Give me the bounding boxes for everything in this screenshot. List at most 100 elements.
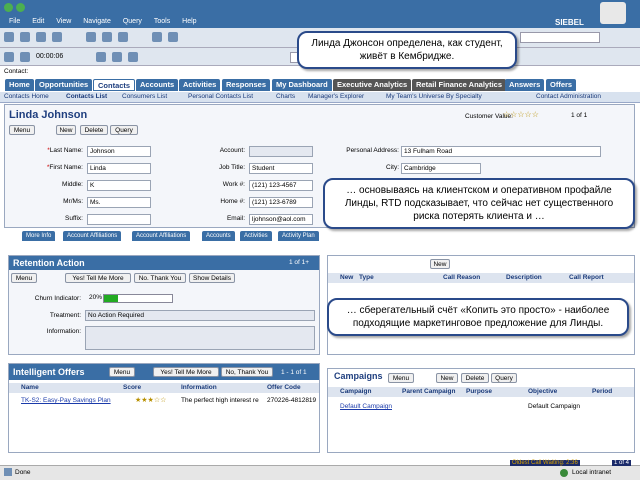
menu-view[interactable]: View xyxy=(51,17,76,27)
offers-col-information[interactable]: Information xyxy=(181,384,217,391)
tab-responses[interactable]: Responses xyxy=(222,79,271,91)
campaign-name-link[interactable]: Default Campaign xyxy=(340,403,392,410)
offers-col-name[interactable]: Name xyxy=(21,384,39,391)
tab-offers[interactable]: Offers xyxy=(546,79,577,91)
account-label: Account: xyxy=(219,147,245,154)
offers-count: 1 - 1 of 1 xyxy=(281,369,307,376)
campaigns-query-button[interactable]: Query xyxy=(491,373,517,383)
toolbar-dropdown[interactable] xyxy=(520,32,600,43)
print-icon[interactable] xyxy=(51,32,62,42)
search-icon[interactable] xyxy=(151,32,162,42)
offers-col-offer-code[interactable]: Offer Code xyxy=(267,384,301,391)
tab-contacts[interactable]: Contacts xyxy=(93,79,136,91)
contact-delete-button[interactable]: Delete xyxy=(80,125,108,135)
menu-navigate[interactable]: Navigate xyxy=(78,17,116,27)
contact-menu-button[interactable]: Menu xyxy=(9,125,35,135)
col-new[interactable]: New xyxy=(340,274,353,281)
subnav-charts[interactable]: Charts xyxy=(276,93,295,100)
tab-activities[interactable]: Activities xyxy=(179,79,221,91)
job-title-field[interactable]: Student xyxy=(249,163,313,174)
menu-edit[interactable]: Edit xyxy=(27,17,49,27)
subnav-team-universe[interactable]: My Team's Universe By Specialty xyxy=(386,93,482,100)
phone-icon[interactable] xyxy=(85,32,96,42)
view-tab-more-info[interactable]: More Info xyxy=(22,231,56,241)
campaigns-menu-button[interactable]: Menu xyxy=(388,373,414,383)
phone-answer-icon[interactable] xyxy=(4,52,14,62)
help-icon[interactable] xyxy=(167,32,178,42)
email-field[interactable]: ljohnson@aol.com xyxy=(249,214,313,225)
campaigns-col-period[interactable]: Period xyxy=(592,388,612,395)
menu-file[interactable]: File xyxy=(4,17,25,27)
account-field[interactable] xyxy=(249,146,313,157)
subnav-consumers-list[interactable]: Consumers List xyxy=(122,93,167,100)
campaigns-new-button[interactable]: New xyxy=(436,373,458,383)
address-field[interactable]: 13 Fulham Road xyxy=(401,146,601,157)
call-list-new-button[interactable]: New xyxy=(430,259,450,269)
campaigns-applet: Campaigns Menu New Delete Query Campaign… xyxy=(327,368,635,453)
subnav-contact-admin[interactable]: Contact Administration xyxy=(536,93,601,100)
first-name-field[interactable]: Linda xyxy=(87,163,151,174)
col-call-report[interactable]: Call Report xyxy=(569,274,604,281)
churn-bar-fill xyxy=(104,295,118,302)
offers-col-score[interactable]: Score xyxy=(123,384,141,391)
campaigns-col-purpose[interactable]: Purpose xyxy=(466,388,492,395)
home-phone-field[interactable]: (121) 123-6789 xyxy=(249,197,313,208)
campaigns-delete-button[interactable]: Delete xyxy=(461,373,489,383)
subnav-managers-explorer[interactable]: Manager's Explorer xyxy=(308,93,364,100)
tab-my-dashboard[interactable]: My Dashboard xyxy=(272,79,332,91)
view-tab-accounts[interactable]: Accounts xyxy=(202,231,235,241)
offers-menu-button[interactable]: Menu xyxy=(109,367,135,377)
view-tab-account-affiliations-2[interactable]: Account Affiliations xyxy=(132,231,191,241)
work-phone-field[interactable]: (121) 123-4567 xyxy=(249,180,313,191)
offers-no-button[interactable]: No, Thank You xyxy=(221,367,273,377)
mrms-select[interactable]: Ms. xyxy=(87,197,151,208)
col-type[interactable]: Type xyxy=(359,274,374,281)
col-description[interactable]: Description xyxy=(506,274,542,281)
subnav-contacts-home[interactable]: Contacts Home xyxy=(4,93,49,100)
transfer-icon[interactable] xyxy=(95,52,106,62)
contact-new-button[interactable]: New xyxy=(56,125,76,135)
city-field[interactable]: Cambridge xyxy=(401,163,481,174)
page-count: 1 of 4 xyxy=(612,460,632,466)
view-tab-account-affiliations[interactable]: Account Affiliations xyxy=(63,231,122,241)
tab-accounts[interactable]: Accounts xyxy=(136,79,179,91)
tab-home[interactable]: Home xyxy=(5,79,34,91)
save-icon[interactable] xyxy=(4,32,14,42)
paste-icon[interactable] xyxy=(35,32,46,42)
conference-icon[interactable] xyxy=(111,52,122,62)
offers-yes-button[interactable]: Yes! Tell Me More xyxy=(153,367,219,377)
menu-help[interactable]: Help xyxy=(177,17,201,27)
retention-yes-button[interactable]: Yes! Tell Me More xyxy=(65,273,131,283)
offer-name-link[interactable]: TK-S2: Easy-Pay Savings Plan xyxy=(21,397,119,404)
tab-opportunities[interactable]: Opportunities xyxy=(35,79,93,91)
campaigns-col-parent[interactable]: Parent Campaign xyxy=(402,388,455,395)
retention-no-button[interactable]: No. Thank You xyxy=(134,273,186,283)
menu-tools[interactable]: Tools xyxy=(149,17,175,27)
last-name-field[interactable]: Johnson xyxy=(87,146,151,157)
menu-bar: File Edit View Navigate Query Tools Help xyxy=(4,17,202,27)
retention-details-button[interactable]: Show Details xyxy=(189,273,235,283)
middle-field[interactable]: K xyxy=(87,180,151,191)
suffix-select[interactable] xyxy=(87,214,151,225)
calendar-icon[interactable] xyxy=(117,32,128,42)
view-tab-activities[interactable]: Activities xyxy=(240,231,272,241)
menu-query[interactable]: Query xyxy=(118,17,147,27)
tab-executive-analytics[interactable]: Executive Analytics xyxy=(333,79,412,91)
copy-icon[interactable] xyxy=(19,32,30,42)
home-phone-label: Home #: xyxy=(220,198,245,205)
campaigns-col-objective[interactable]: Objective xyxy=(528,388,557,395)
contact-query-button[interactable]: Query xyxy=(110,125,138,135)
view-tab-activity-plan[interactable]: Activity Plan xyxy=(278,231,319,241)
forward-icon[interactable] xyxy=(16,3,25,12)
subnav-contacts-list[interactable]: Contacts List xyxy=(66,93,107,100)
retention-menu-button[interactable]: Menu xyxy=(11,273,37,283)
mail-icon[interactable] xyxy=(101,32,112,42)
hangup-icon[interactable] xyxy=(127,52,138,62)
tab-answers[interactable]: Answers xyxy=(505,79,545,91)
phone-hold-icon[interactable] xyxy=(19,52,30,62)
campaigns-col-campaign[interactable]: Campaign xyxy=(340,388,371,395)
subnav-personal-contacts[interactable]: Personal Contacts List xyxy=(188,93,253,100)
col-call-reason[interactable]: Call Reason xyxy=(443,274,480,281)
tab-retail-finance[interactable]: Retail Finance Analytics xyxy=(412,79,507,91)
back-icon[interactable] xyxy=(4,3,13,12)
